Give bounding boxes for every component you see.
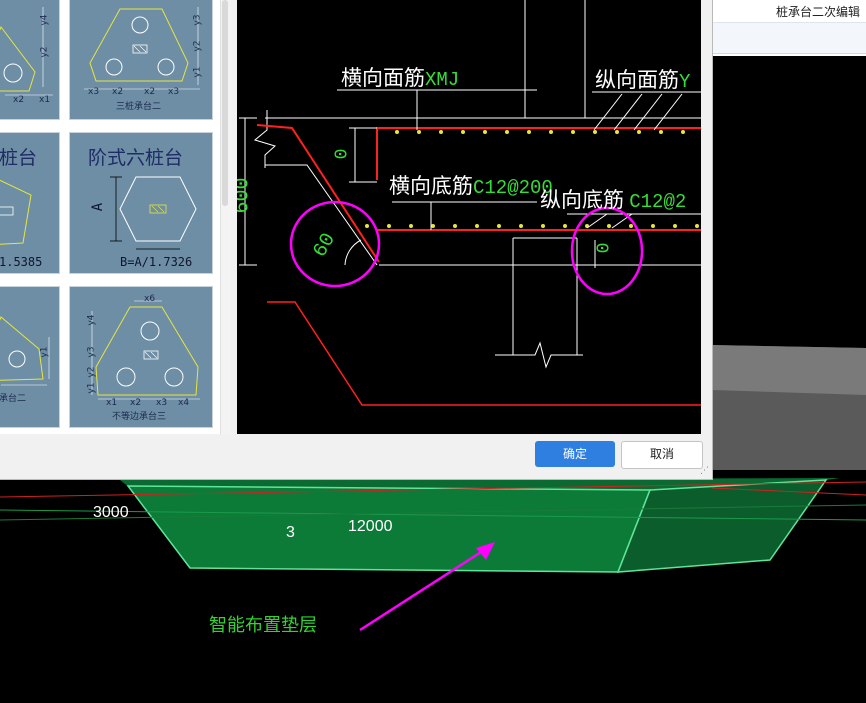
gallery-item-1[interactable]: y4 y2 x2 x1 xyxy=(0,0,60,120)
dim-label: x1 xyxy=(39,95,51,105)
dim-label: x2 xyxy=(13,95,25,105)
dim-left-label: 3000 xyxy=(93,504,129,521)
gallery-item-formula: 1.5385 xyxy=(0,255,43,269)
dim-label: x6 xyxy=(144,294,156,304)
dim-count-label: 3 xyxy=(286,524,295,541)
dim-label: x3 xyxy=(88,87,100,97)
resize-grip-icon[interactable]: ⋰ xyxy=(700,466,709,476)
dim-label: y2 xyxy=(86,366,97,378)
dim-label: y1 xyxy=(39,346,50,358)
pile-cap-thumbnail xyxy=(0,7,53,96)
cancel-button[interactable]: 取消 xyxy=(621,441,703,469)
dim-label: y3 xyxy=(192,14,203,26)
label-bottom-transverse: 横向底筋C12@200 xyxy=(389,174,553,199)
dim-label: y4 xyxy=(86,314,97,326)
dim-label: x2 xyxy=(112,87,124,97)
label-bottom-longitudinal-code: C12@2 xyxy=(629,191,687,213)
pile-cap-thumbnail xyxy=(0,316,50,386)
gallery-item-4[interactable]: 阶式六桩台 A B=A/1.7326 xyxy=(69,132,213,274)
gallery-item-6[interactable]: x6 y4 y3 y2 y1 x1 x2 x3 x4 不等边承台三 xyxy=(69,286,213,428)
gallery-item-3[interactable]: 桩台 1.5385 xyxy=(0,132,60,274)
dim-label: y3 xyxy=(86,346,97,358)
gallery-item-formula: B=A/1.7326 xyxy=(120,255,193,269)
dim-label: x4 xyxy=(178,398,190,408)
gallery-item-2[interactable]: y3 y2 y1 x3 x2 x2 x3 三桩承台二 xyxy=(69,0,213,120)
angle-arc xyxy=(344,239,362,266)
cushion-annotation: 智能布置垫层 xyxy=(209,615,317,635)
dim-length-label: 12000 xyxy=(348,518,393,535)
dim-cover-top-value: 0 xyxy=(332,148,353,160)
gray-slab-top xyxy=(712,345,866,395)
pile-break xyxy=(495,341,583,369)
gallery-item-title: 桩台 xyxy=(0,147,38,169)
pile-cap-edit-dialog: y4 y2 x2 x1 y3 y2 y1 x3 x2 x2 x3 三桩承台二 桩… xyxy=(0,0,713,480)
label-top-transverse-code: XMJ xyxy=(425,69,460,91)
gallery-item-caption: 不等边承台三 xyxy=(112,412,167,422)
gallery-item-caption: 承台二 xyxy=(0,394,27,404)
side-panel-toolbar xyxy=(712,22,866,54)
gallery-item-5[interactable]: y1 承台二 xyxy=(0,286,60,428)
bottom-bar-dots xyxy=(365,224,699,228)
dim-label: y1 xyxy=(192,66,203,78)
gallery-scrollbar-thumb[interactable] xyxy=(222,0,228,206)
dim-label: x2 xyxy=(144,87,156,97)
label-bottom-longitudinal: 纵向底筋 C12@2 xyxy=(540,188,687,213)
gallery-dim-a: A xyxy=(90,202,107,212)
top-bar-dots xyxy=(395,130,685,134)
dim-cover-bottom-value: 0 xyxy=(594,242,615,254)
pile-cap-gallery[interactable]: y4 y2 x2 x1 y3 y2 y1 x3 x2 x2 x3 三桩承台二 桩… xyxy=(0,0,220,434)
cushion-outline xyxy=(267,301,701,406)
label-top-longitudinal-code: Y xyxy=(679,71,691,93)
break-symbol xyxy=(253,110,276,168)
gallery-item-title: 阶式六桩台 xyxy=(88,147,184,169)
dim-label: y1 xyxy=(86,382,97,394)
dim-label: y2 xyxy=(39,46,50,58)
label-leader xyxy=(586,213,608,229)
label-top-transverse: 横向面筋XMJ xyxy=(341,66,460,91)
side-panel-title: 桩承台二次编辑 xyxy=(776,5,861,19)
dim-height-value: 600 xyxy=(237,177,255,214)
label-top-longitudinal: 纵向面筋Y xyxy=(595,68,691,93)
dim-label: x3 xyxy=(156,398,168,408)
dim-label: y4 xyxy=(39,14,50,26)
dim-label: x1 xyxy=(106,398,118,408)
section-detail-canvas[interactable]: 横向面筋XMJ 纵向面筋Y 横向底筋C12@200 纵向底筋 C12@2 600… xyxy=(237,0,701,434)
dim-label: x2 xyxy=(130,398,142,408)
dim-label: y2 xyxy=(192,40,203,52)
gallery-item-caption: 三桩承台二 xyxy=(116,102,162,112)
confirm-button[interactable]: 确定 xyxy=(535,441,615,467)
cushion-side-face xyxy=(616,479,828,573)
dim-label: x3 xyxy=(168,87,180,97)
